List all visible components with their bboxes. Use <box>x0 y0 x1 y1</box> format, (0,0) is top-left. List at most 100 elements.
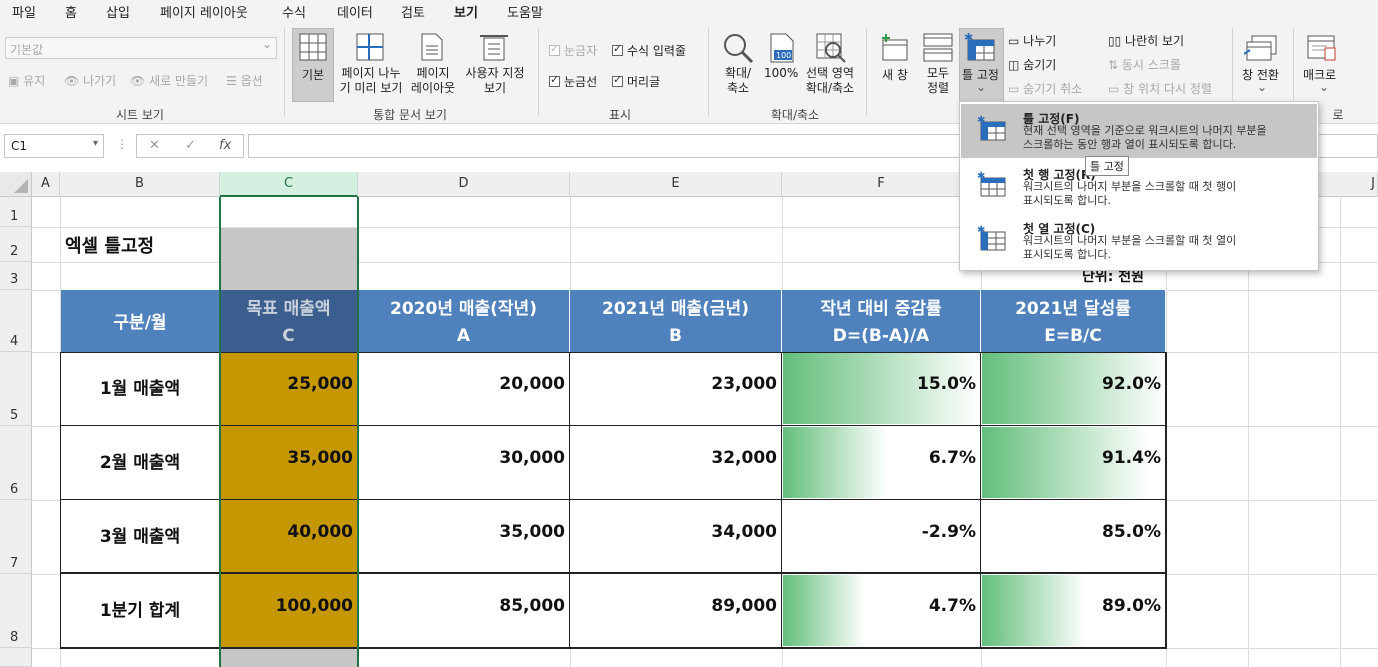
function-icon[interactable]: fx <box>219 138 231 153</box>
data-bar <box>982 575 1086 646</box>
cell-achieve[interactable]: 89.0% <box>981 574 1166 648</box>
sheet-view-select[interactable]: 기본값 <box>5 37 277 59</box>
select-all-corner[interactable] <box>0 172 32 197</box>
header-category[interactable]: 구분/월 <box>61 290 220 352</box>
row-header-3[interactable]: 3 <box>0 262 32 290</box>
cell-category[interactable]: 1분기 합계 <box>61 574 220 648</box>
cell-value: 30,000 <box>499 448 565 468</box>
zoom-selection-icon <box>816 33 846 63</box>
tab-data[interactable]: 데이터 <box>337 2 373 21</box>
unhide-button[interactable]: ▭ 숨기기 취소 <box>1008 80 1082 97</box>
formula-bar-checkbox[interactable]: 수식 입력줄 <box>612 42 686 59</box>
header-2021[interactable]: 2021년 매출(금년) B <box>570 290 782 352</box>
cell-achieve[interactable]: 91.4% <box>981 426 1166 500</box>
menu-item-freeze-panes[interactable]: ✱ 틀 고정(F) 현재 선택 영역을 기준으로 워크시트의 나머지 부분을 스크… <box>961 104 1317 158</box>
view-side-by-side-button[interactable]: ▯▯ 나란히 보기 <box>1108 32 1184 49</box>
unhide-icon: ▭ <box>1008 82 1020 96</box>
arrange-all-button[interactable]: 모두 정렬 <box>918 66 958 96</box>
cell-change[interactable]: 15.0% <box>782 352 981 426</box>
cell-2020[interactable]: 30,000 <box>358 426 570 500</box>
cell-2020[interactable]: 85,000 <box>358 574 570 648</box>
zoom-100-button[interactable]: 100% <box>764 66 798 80</box>
normal-view-button[interactable]: 기본 <box>302 66 324 83</box>
sync-scroll-button[interactable]: ⇅ 동시 스크롤 <box>1108 56 1181 73</box>
column-header-f[interactable]: F <box>782 172 981 197</box>
ruler-checkbox[interactable]: 눈금자 <box>549 42 597 59</box>
sheet-title[interactable]: 엑셀 틀고정 <box>65 232 154 258</box>
cell-change[interactable]: 4.7% <box>782 574 981 648</box>
hide-button[interactable]: ◫ 숨기기 <box>1008 56 1056 73</box>
cell-category[interactable]: 3월 매출액 <box>61 500 220 574</box>
cell-change[interactable]: -2.9% <box>782 500 981 574</box>
options-button[interactable]: ☰ 옵션 <box>226 72 263 89</box>
exit-button[interactable]: 👁 나가기 <box>64 72 116 89</box>
new-view-button[interactable]: 👁 새로 만들기 <box>130 72 208 89</box>
header-2020[interactable]: 2020년 매출(작년) A <box>358 290 570 352</box>
header-target[interactable]: 목표 매출액 C <box>220 290 358 352</box>
column-header-b[interactable]: B <box>60 172 220 197</box>
cell-2021[interactable]: 89,000 <box>570 574 782 648</box>
row-header-7[interactable]: 7 <box>0 500 32 574</box>
column-header-d[interactable]: D <box>358 172 570 197</box>
cell-target[interactable]: 25,000 <box>220 352 358 426</box>
row-header-8[interactable]: 8 <box>0 574 32 648</box>
cell-2020[interactable]: 35,000 <box>358 500 570 574</box>
switch-windows-chevron-icon[interactable]: ⌄ <box>1257 80 1267 94</box>
row-header-6[interactable]: 6 <box>0 426 32 500</box>
enter-icon[interactable]: ✓ <box>185 138 196 153</box>
cell-c9[interactable] <box>221 649 357 667</box>
name-box[interactable]: C1 <box>4 134 104 158</box>
tab-view[interactable]: 보기 <box>454 2 478 24</box>
macros-chevron-icon[interactable]: ⌄ <box>1319 80 1329 94</box>
cell-2021[interactable]: 34,000 <box>570 500 782 574</box>
tab-insert[interactable]: 삽입 <box>106 2 130 21</box>
freeze-panes-chevron-icon[interactable]: ⌄ <box>976 80 986 94</box>
column-header-e[interactable]: E <box>570 172 782 197</box>
custom-view-button[interactable]: 사용자 지정 보기 <box>460 66 530 96</box>
freeze-panes-tooltip: 틀 고정 <box>1085 156 1129 176</box>
row-header-4[interactable]: 4 <box>0 290 32 352</box>
row-header-9[interactable] <box>0 648 32 667</box>
new-window-button[interactable]: 새 창 <box>882 66 908 83</box>
page-break-preview-button[interactable]: 페이지 나누 기 미리 보기 <box>337 66 405 96</box>
cell-target[interactable]: 100,000 <box>220 574 358 648</box>
cell-category[interactable]: 1월 매출액 <box>61 352 220 426</box>
row-header-5[interactable]: 5 <box>0 352 32 426</box>
menu-item-freeze-top-row[interactable]: ✱ 첫 행 고정(R) 워크시트의 나머지 부분을 스크롤할 때 첫 행이 표시되… <box>961 160 1317 214</box>
page-layout-button[interactable]: 페이지 레이아웃 <box>408 66 458 96</box>
split-button[interactable]: ▭ 나누기 <box>1008 32 1056 49</box>
cell-c2-c3[interactable] <box>221 228 357 290</box>
split-icon: ▭ <box>1008 34 1020 48</box>
cell-target[interactable]: 40,000 <box>220 500 358 574</box>
cell-2021[interactable]: 23,000 <box>570 352 782 426</box>
row-header-2[interactable]: 2 <box>0 227 32 262</box>
cell-2021[interactable]: 32,000 <box>570 426 782 500</box>
menu-item-freeze-first-column[interactable]: ✱ 첫 열 고정(C) 워크시트의 나머지 부분을 스크롤할 때 첫 열이 표시되… <box>961 214 1317 268</box>
tab-review[interactable]: 검토 <box>401 2 425 21</box>
zoom-button[interactable]: 확대/축소 <box>718 66 758 96</box>
cell-2020[interactable]: 20,000 <box>358 352 570 426</box>
cell-achieve[interactable]: 92.0% <box>981 352 1166 426</box>
header-achieve[interactable]: 2021년 달성률 E=B/C <box>981 290 1166 352</box>
tab-page-layout[interactable]: 페이지 레이아웃 <box>160 2 248 21</box>
column-header-c[interactable]: C <box>220 172 358 197</box>
tab-help[interactable]: 도움말 <box>507 2 543 21</box>
zoom-selection-button[interactable]: 선택 영역 확대/축소 <box>800 66 860 96</box>
cell-category[interactable]: 2월 매출액 <box>61 426 220 500</box>
cancel-icon[interactable]: ✕ <box>149 138 160 153</box>
headings-checkbox[interactable]: 머리글 <box>612 73 660 90</box>
tab-home[interactable]: 홈 <box>65 2 77 21</box>
row-header-1[interactable]: 1 <box>0 197 32 227</box>
cell-achieve[interactable]: 85.0% <box>981 500 1166 574</box>
gridlines-checkbox[interactable]: 눈금선 <box>549 73 597 90</box>
freeze-top-row-icon: ✱ <box>977 171 1006 197</box>
column-header-a[interactable]: A <box>32 172 60 197</box>
cell-target[interactable]: 35,000 <box>220 426 358 500</box>
header-change[interactable]: 작년 대비 증감률 D=(B-A)/A <box>782 290 981 352</box>
switch-windows-icon <box>1244 35 1277 61</box>
cell-change[interactable]: 6.7% <box>782 426 981 500</box>
reset-window-position-button[interactable]: ▭ 창 위치 다시 정렬 <box>1108 80 1212 97</box>
keep-button[interactable]: ▣ 유지 <box>8 72 45 89</box>
tab-file[interactable]: 파일 <box>12 2 36 21</box>
tab-formulas[interactable]: 수식 <box>282 2 306 21</box>
